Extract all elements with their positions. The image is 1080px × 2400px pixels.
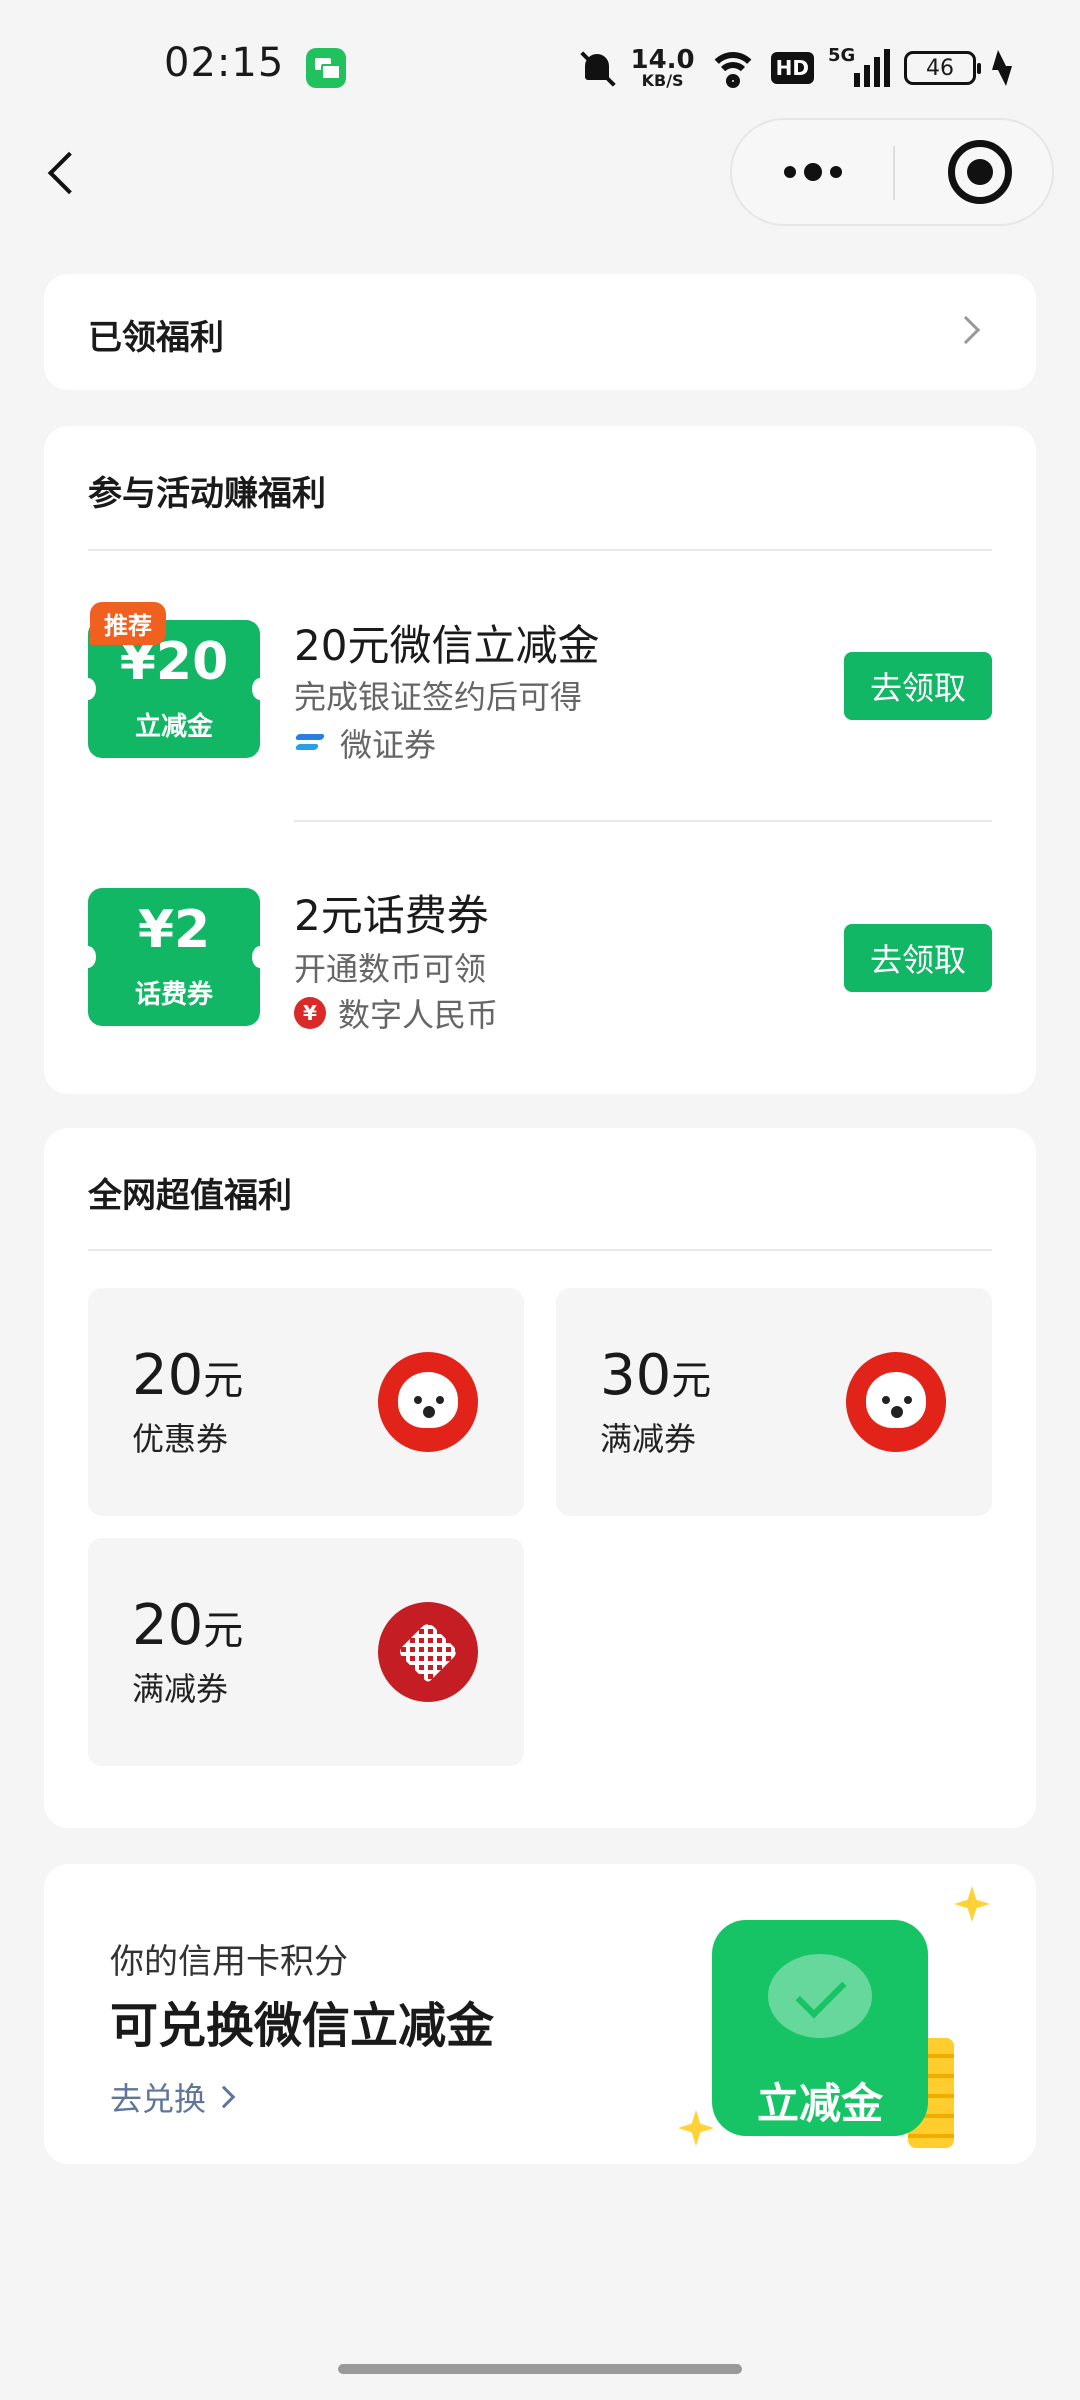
charging-icon: [990, 50, 1012, 86]
jd-mascot-icon: [846, 1352, 946, 1452]
event-source: ¥ 数字人民币: [294, 990, 498, 1036]
event-source: 微证券: [294, 720, 436, 766]
deal-tile[interactable]: 20元 优惠券: [88, 1288, 524, 1516]
hd-badge: HD: [770, 52, 814, 84]
mini-program-capsule: [730, 118, 1054, 226]
event-source-label: 微证券: [340, 726, 437, 764]
digital-rmb-icon: ¥: [294, 997, 326, 1029]
redeem-link-label: 去兑换: [110, 2080, 207, 2118]
promo-line2: 可兑换微信立减金: [110, 1998, 495, 2054]
deal-amount-line: 30元: [600, 1348, 711, 1404]
divider: [294, 820, 992, 822]
status-indicators: 14.0 KB/S HD 5G 46: [579, 40, 1012, 96]
claimed-benefits-row[interactable]: 已领福利: [44, 274, 1036, 390]
more-button[interactable]: [732, 120, 893, 224]
redeem-link[interactable]: 去兑换: [110, 2074, 236, 2120]
deal-amount: 20: [132, 1593, 204, 1658]
deals-section-title: 全网超值福利: [88, 1176, 292, 1216]
promo-illustration: 立减金: [668, 1886, 1008, 2158]
network-speed-unit: KB/S: [641, 71, 684, 90]
promo-line1: 你的信用卡积分: [110, 1942, 348, 1982]
home-indicator[interactable]: [338, 2364, 742, 2374]
deal-tile[interactable]: 20元 满减券: [88, 1538, 524, 1766]
signal-icon: 5G: [828, 45, 890, 87]
chevron-right-icon: [212, 2085, 236, 2109]
claimed-benefits-label: 已领福利: [88, 318, 224, 358]
event-subtitle: 开通数币可领: [294, 950, 487, 988]
back-button[interactable]: [40, 140, 90, 202]
event-source-label: 数字人民币: [338, 996, 499, 1034]
wifi-icon: [708, 48, 757, 88]
ticket-amount: ¥2: [137, 900, 211, 960]
chevron-right-icon: [951, 315, 981, 345]
divider: [88, 549, 992, 551]
status-bar: 02:15 14.0 KB/S HD 5G 46: [0, 0, 1080, 130]
events-card: 参与活动赚福利 ¥20 立减金 推荐 20元微信立减金 完成银证签约后可得 微证…: [44, 426, 1036, 1094]
deal-type: 优惠券: [132, 1420, 229, 1458]
divider: [88, 1249, 992, 1251]
sparkle-icon: [678, 2110, 714, 2146]
event-subtitle: 完成银证签约后可得: [294, 678, 583, 716]
network-type-label: 5G: [828, 45, 856, 66]
deal-type: 满减券: [600, 1420, 697, 1458]
events-section-title: 参与活动赚福利: [88, 474, 326, 514]
voucher-card-text: 立减金: [756, 2079, 883, 2128]
deal-unit: 元: [671, 1358, 712, 1404]
status-time: 02:15: [164, 40, 285, 86]
pinduoduo-heart-icon: [378, 1602, 478, 1702]
coupon-ticket: ¥2 话费券: [80, 888, 268, 1026]
close-mini-program-button[interactable]: [948, 140, 1012, 204]
claim-button[interactable]: 去领取: [844, 924, 992, 992]
event-title: 2元话费券: [294, 891, 489, 940]
capsule-divider: [893, 146, 895, 200]
credit-points-promo-banner[interactable]: 你的信用卡积分 可兑换微信立减金 去兑换 立减金: [44, 1864, 1036, 2164]
deal-unit: 元: [203, 1358, 244, 1404]
recommend-badge: 推荐: [90, 602, 166, 645]
deals-card: 全网超值福利 20元 优惠券 30元 满减券 20元 满减券: [44, 1128, 1036, 1828]
deal-tile[interactable]: 30元 满减券: [556, 1288, 992, 1516]
battery-icon: 46: [904, 51, 981, 85]
network-speed: 14.0 KB/S: [631, 47, 695, 89]
wechat-voucher-card: 立减金: [712, 1920, 928, 2136]
event-title: 20元微信立减金: [294, 621, 600, 670]
ticket-label: 立减金: [134, 712, 213, 742]
battery-level: 46: [926, 55, 954, 81]
deal-amount-line: 20元: [132, 1598, 243, 1654]
deal-unit: 元: [203, 1608, 244, 1654]
deal-amount: 20: [132, 1343, 204, 1408]
deal-amount: 30: [600, 1343, 672, 1408]
message-notification-icon: [306, 48, 346, 88]
deal-type: 满减券: [132, 1670, 229, 1708]
jd-mascot-icon: [378, 1352, 478, 1452]
sparkle-icon: [954, 1886, 990, 1922]
deal-amount-line: 20元: [132, 1348, 243, 1404]
network-speed-value: 14.0: [630, 45, 695, 75]
bell-muted-icon: [579, 48, 617, 88]
micro-securities-icon: [294, 728, 328, 758]
claim-button[interactable]: 去领取: [844, 652, 992, 720]
ticket-label: 话费券: [134, 980, 213, 1010]
wechat-pay-icon: [768, 1954, 872, 2038]
